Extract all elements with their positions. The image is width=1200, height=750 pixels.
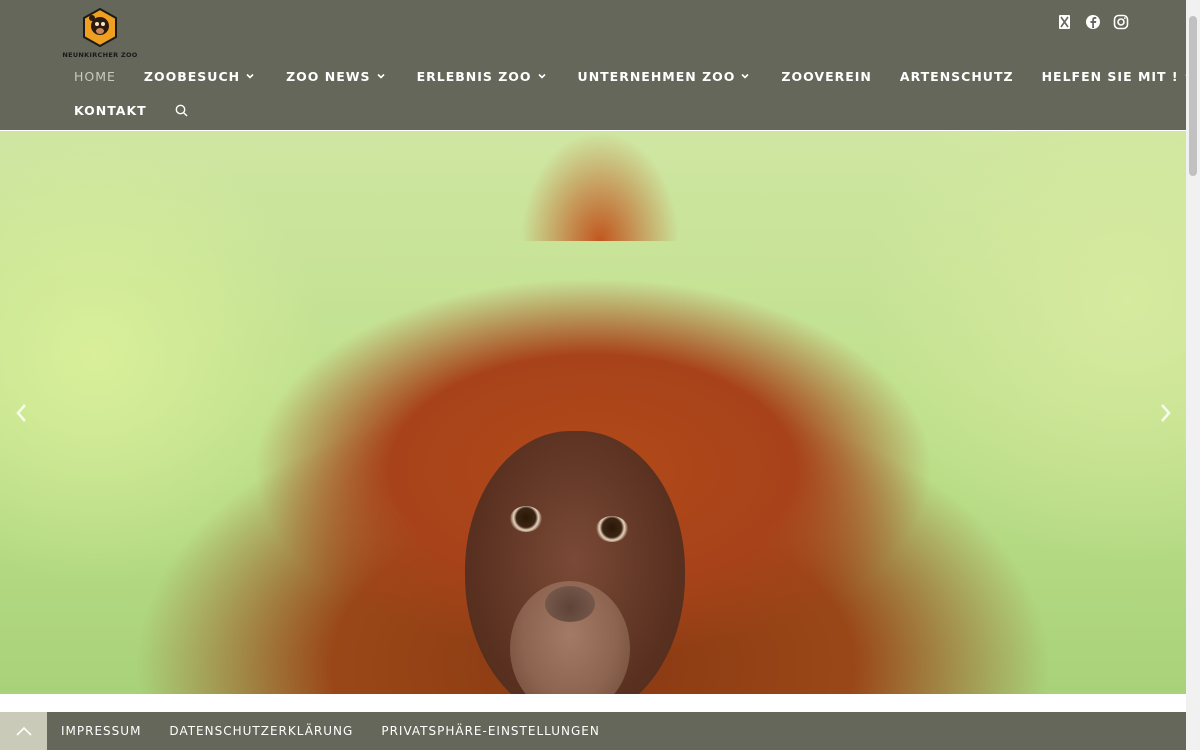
hero-image-eye-right bbox=[596, 516, 628, 542]
nav-label: ERLEBNIS ZOO bbox=[416, 68, 532, 84]
nav-item-helfen-sie-mit[interactable]: HELFEN SIE MIT ! bbox=[1028, 69, 1200, 84]
chevron-down-icon bbox=[376, 73, 385, 79]
hero-image-hair bbox=[520, 131, 680, 241]
hero-slider-image bbox=[0, 131, 1186, 694]
nav-item-erlebnis-zoo[interactable]: ERLEBNIS ZOO bbox=[399, 69, 560, 84]
scroll-to-top-button[interactable] bbox=[0, 712, 47, 750]
nav-label: HOME bbox=[74, 68, 116, 84]
search-button[interactable] bbox=[161, 104, 202, 117]
nav-label: ARTENSCHUTZ bbox=[899, 68, 1014, 84]
hero-image-eye-left bbox=[510, 506, 542, 532]
chevron-up-icon bbox=[15, 726, 32, 736]
zoo-logo-icon bbox=[83, 7, 117, 48]
nav-item-kontakt[interactable]: KONTAKT bbox=[60, 103, 161, 118]
chevron-down-icon bbox=[537, 73, 546, 79]
nav-row-1: HOME ZOOBESUCH ZOO NEWS ERLEBNIS ZOO UNT… bbox=[60, 58, 1193, 94]
nav-item-zoobesuch[interactable]: ZOOBESUCH bbox=[130, 69, 268, 84]
slider-next-button[interactable] bbox=[1155, 400, 1175, 426]
nav-label: ZOO NEWS bbox=[286, 68, 371, 84]
nav-label: HELFEN SIE MIT ! bbox=[1041, 68, 1179, 84]
instagram-icon[interactable] bbox=[1113, 14, 1129, 30]
footer-link-datenschutz[interactable]: DATENSCHUTZERKLÄRUNG bbox=[169, 724, 367, 738]
page-scrollbar[interactable] bbox=[1186, 0, 1200, 750]
facebook-icon[interactable] bbox=[1085, 14, 1101, 30]
nav-item-unternehmen-zoo[interactable]: UNTERNEHMEN ZOO bbox=[560, 69, 764, 84]
slider-prev-button[interactable] bbox=[12, 400, 32, 426]
scrollbar-thumb[interactable] bbox=[1189, 16, 1197, 176]
nav-label: ZOOBESUCH bbox=[143, 68, 241, 84]
nav-item-home[interactable]: HOME bbox=[60, 69, 130, 84]
hero-image-nose bbox=[545, 586, 595, 622]
nav-label: KONTAKT bbox=[74, 102, 147, 118]
chevron-right-icon bbox=[1161, 404, 1171, 422]
chevron-down-icon bbox=[246, 73, 254, 79]
site-header: NEUNKIRCHER ZOO HOME ZOOBESUCH ZOO NEWS … bbox=[0, 0, 1193, 130]
site-footer: IMPRESSUM DATENSCHUTZERKLÄRUNG PRIVATSPH… bbox=[0, 712, 1186, 750]
chevron-down-icon bbox=[741, 73, 749, 79]
chevron-left-icon bbox=[16, 404, 26, 422]
nav-item-zoo-news[interactable]: ZOO NEWS bbox=[268, 69, 398, 84]
nav-item-zooverein[interactable]: ZOOVEREIN bbox=[763, 69, 885, 84]
content-gap bbox=[0, 694, 1186, 712]
footer-link-impressum[interactable]: IMPRESSUM bbox=[61, 724, 155, 738]
nav-label: ZOOVEREIN bbox=[781, 68, 872, 84]
x-icon[interactable] bbox=[1057, 14, 1073, 30]
nav-label: UNTERNEHMEN ZOO bbox=[577, 68, 736, 84]
footer-link-privatsphaere[interactable]: PRIVATSPHÄRE-EINSTELLUNGEN bbox=[381, 724, 614, 738]
nav-item-artenschutz[interactable]: ARTENSCHUTZ bbox=[886, 69, 1028, 84]
social-links bbox=[1057, 14, 1129, 32]
nav-row-2: KONTAKT bbox=[60, 92, 1060, 128]
main-nav: HOME ZOOBESUCH ZOO NEWS ERLEBNIS ZOO UNT… bbox=[60, 58, 1193, 128]
site-logo[interactable]: NEUNKIRCHER ZOO bbox=[58, 6, 142, 60]
search-icon bbox=[175, 104, 188, 116]
